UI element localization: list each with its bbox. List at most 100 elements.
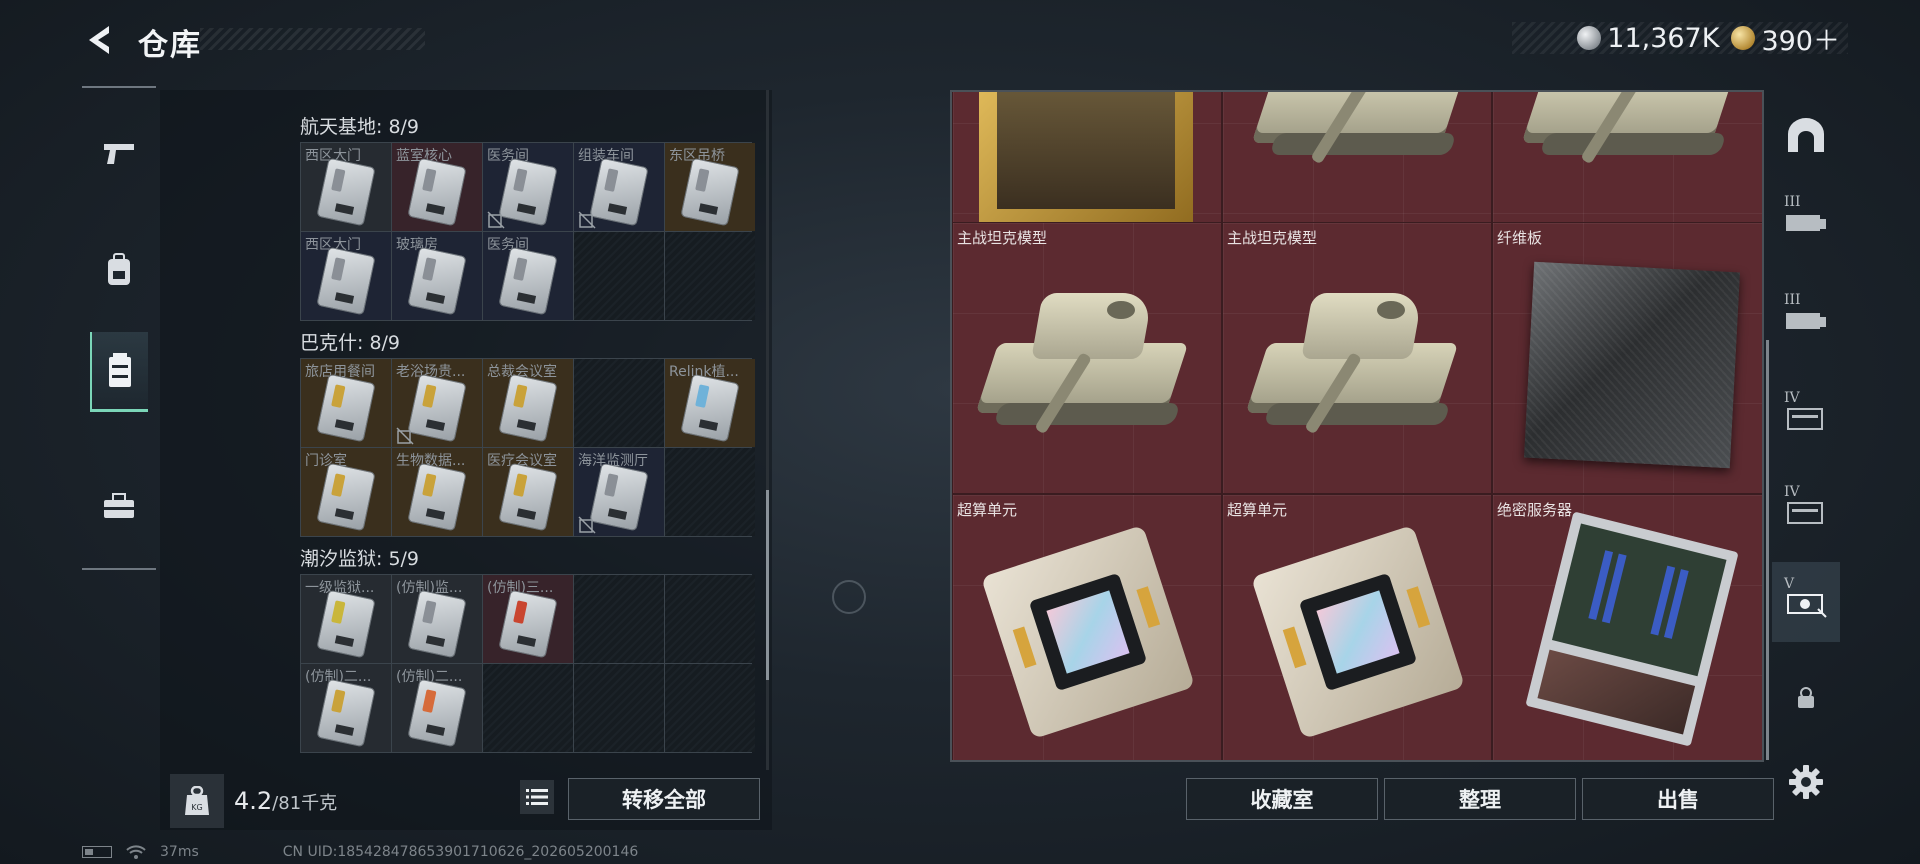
category-locked[interactable] (1772, 658, 1840, 738)
keycard-slot[interactable]: 东区吊桥 (665, 143, 755, 231)
category-tier-4[interactable]: IV (1772, 376, 1840, 456)
sell-button[interactable]: 出售 (1582, 778, 1774, 820)
ping-value: 37ms (160, 844, 199, 860)
keycard-icon (590, 463, 648, 531)
no-carry-out-icon (578, 211, 596, 229)
collection-room-button[interactable]: 收藏室 (1186, 778, 1378, 820)
keycard-slot[interactable]: 西区大门 (301, 143, 391, 231)
item-supercomputing-unit[interactable]: 超算单元 (1222, 494, 1492, 760)
backpack-icon (108, 253, 130, 285)
page-title: 仓库 (138, 28, 202, 63)
map-section-title: 潮汐监狱: 5/9 (300, 548, 420, 570)
list-view-button[interactable] (520, 780, 554, 814)
category-tier-3-alt[interactable]: III (1772, 278, 1840, 358)
back-button[interactable] (80, 20, 120, 60)
transfer-all-button[interactable]: 转移全部 (568, 778, 760, 820)
item-label: 超算单元 (1227, 501, 1288, 519)
item-label: 超算单元 (957, 501, 1018, 519)
item-supercomputing-unit[interactable]: 超算单元 (952, 494, 1222, 760)
arch-icon (1788, 118, 1824, 152)
circuit-board-icon (1250, 524, 1466, 740)
nav-weapons[interactable] (90, 114, 148, 194)
right-scrollbar[interactable] (1766, 340, 1769, 760)
organize-button[interactable]: 整理 (1384, 778, 1576, 820)
lock-icon (1798, 687, 1814, 708)
weight-lock-button[interactable]: KG (170, 774, 224, 828)
warehouse-category-rail: III III IV IV V (1772, 96, 1840, 746)
keycard-slot[interactable]: 医务间 (483, 232, 573, 320)
item-classified-server[interactable]: 绝密服务器 (1492, 494, 1762, 760)
keycard-slot[interactable]: 蓝室核心 (392, 143, 482, 231)
tank-model-icon (975, 253, 1207, 473)
warehouse-grid: 主战坦克模型 主战坦克模型 纤维板 超算单元 超算单元 绝密服务器 (950, 90, 1764, 762)
status-bar: 37ms CN UID:185428478653901710626_202605… (82, 843, 638, 861)
keycard-slot[interactable]: (仿制)监... (392, 575, 482, 663)
nav-toolbox[interactable] (90, 466, 148, 546)
keycard-slot[interactable]: 医务间 (483, 143, 573, 231)
key-storage-panel: 航天基地: 8/9 西区大门 蓝室核心 医务间 组装车间 东区吊桥 西区大门 玻璃房 医务间 巴克… (160, 90, 772, 830)
nav-backpack[interactable] (90, 230, 148, 310)
left-category-nav (82, 86, 156, 570)
item-label: 主战坦克模型 (1227, 229, 1318, 247)
keycard-slot[interactable]: 组装车间 (574, 143, 664, 231)
keycard-slot[interactable]: 一级监狱... (301, 575, 391, 663)
keycard-icon (317, 463, 375, 531)
keycard-slot[interactable]: (仿制)二... (301, 664, 391, 752)
keycard-icon (499, 590, 557, 658)
silver-currency[interactable]: 11,367K (1577, 23, 1719, 54)
item-tank-model[interactable]: 主战坦克模型 (1222, 222, 1492, 494)
keycard-slot[interactable]: (仿制)三... (483, 575, 573, 663)
item-label: 纤维板 (1497, 229, 1543, 247)
tank-model-icon (1521, 92, 1743, 183)
circuit-board-icon (980, 524, 1196, 740)
user-uid: CN UID:185428478653901710626_20260520014… (282, 844, 639, 860)
list-icon (526, 789, 548, 805)
pistol-icon (104, 144, 134, 164)
nav-storage[interactable] (90, 332, 148, 412)
keycard-slot[interactable]: Relink植... (665, 359, 755, 447)
gold-currency[interactable]: 390＋ (1731, 19, 1840, 58)
carry-weight: 4.2/81千克 (234, 787, 337, 815)
map-section-title: 巴克什: 8/9 (300, 332, 401, 354)
keycard-slot[interactable]: 玻璃房 (392, 232, 482, 320)
keycard-slot[interactable]: 海洋监测厅 (574, 448, 664, 536)
keycard-slot[interactable]: (仿制)二... (392, 664, 482, 752)
category-all[interactable] (1772, 96, 1840, 176)
keycard-icon (317, 158, 375, 226)
keycard-slot[interactable]: 医疗会议室 (483, 448, 573, 536)
keycard-slot[interactable]: 西区大门 (301, 232, 391, 320)
category-tier-4-alt[interactable]: IV (1772, 470, 1840, 550)
keycard-slot[interactable]: 总裁会议室 (483, 359, 573, 447)
item-label: 绝密服务器 (1497, 501, 1573, 519)
left-scrollbar-thumb[interactable] (766, 490, 769, 680)
keycard-slot[interactable]: 门诊室 (301, 448, 391, 536)
item-tank-model[interactable]: 主战坦克模型 (952, 222, 1222, 494)
category-tier-3[interactable]: III (1772, 180, 1840, 260)
keycard-icon (317, 590, 375, 658)
no-carry-out-icon (396, 427, 414, 445)
tank-model-icon (1251, 92, 1473, 183)
keycard-icon (408, 247, 466, 315)
gold-coin-icon (1731, 26, 1756, 50)
settings-button[interactable] (1786, 762, 1826, 802)
gold-currency-value: 390＋ (1761, 25, 1840, 57)
keycard-slot[interactable]: 老浴场贵... (392, 359, 482, 447)
title-decoration (200, 28, 425, 50)
storage-box-icon (109, 352, 131, 387)
silver-currency-value: 11,367K (1607, 22, 1720, 54)
keycard-slot[interactable]: 旅店用餐间 (301, 359, 391, 447)
item-fiberboard[interactable]: 纤维板 (1492, 222, 1762, 494)
keycard-icon (499, 374, 557, 442)
keycard-slot[interactable]: 生物数据... (392, 448, 482, 536)
category-tier-5[interactable]: V (1772, 562, 1840, 642)
gear-icon (1789, 765, 1823, 799)
keycard-icon (499, 463, 557, 531)
map-section-title: 航天基地: 8/9 (300, 116, 420, 138)
currency-bar: 11,367K 390＋ (1512, 22, 1848, 57)
carry-weight-max: /81千克 (272, 793, 338, 814)
tier-roman: IV (1784, 484, 1800, 500)
tier-roman: V (1784, 576, 1795, 592)
battery-icon (82, 846, 112, 858)
weight-icon: KG (185, 786, 209, 815)
server-icon (1525, 511, 1739, 747)
